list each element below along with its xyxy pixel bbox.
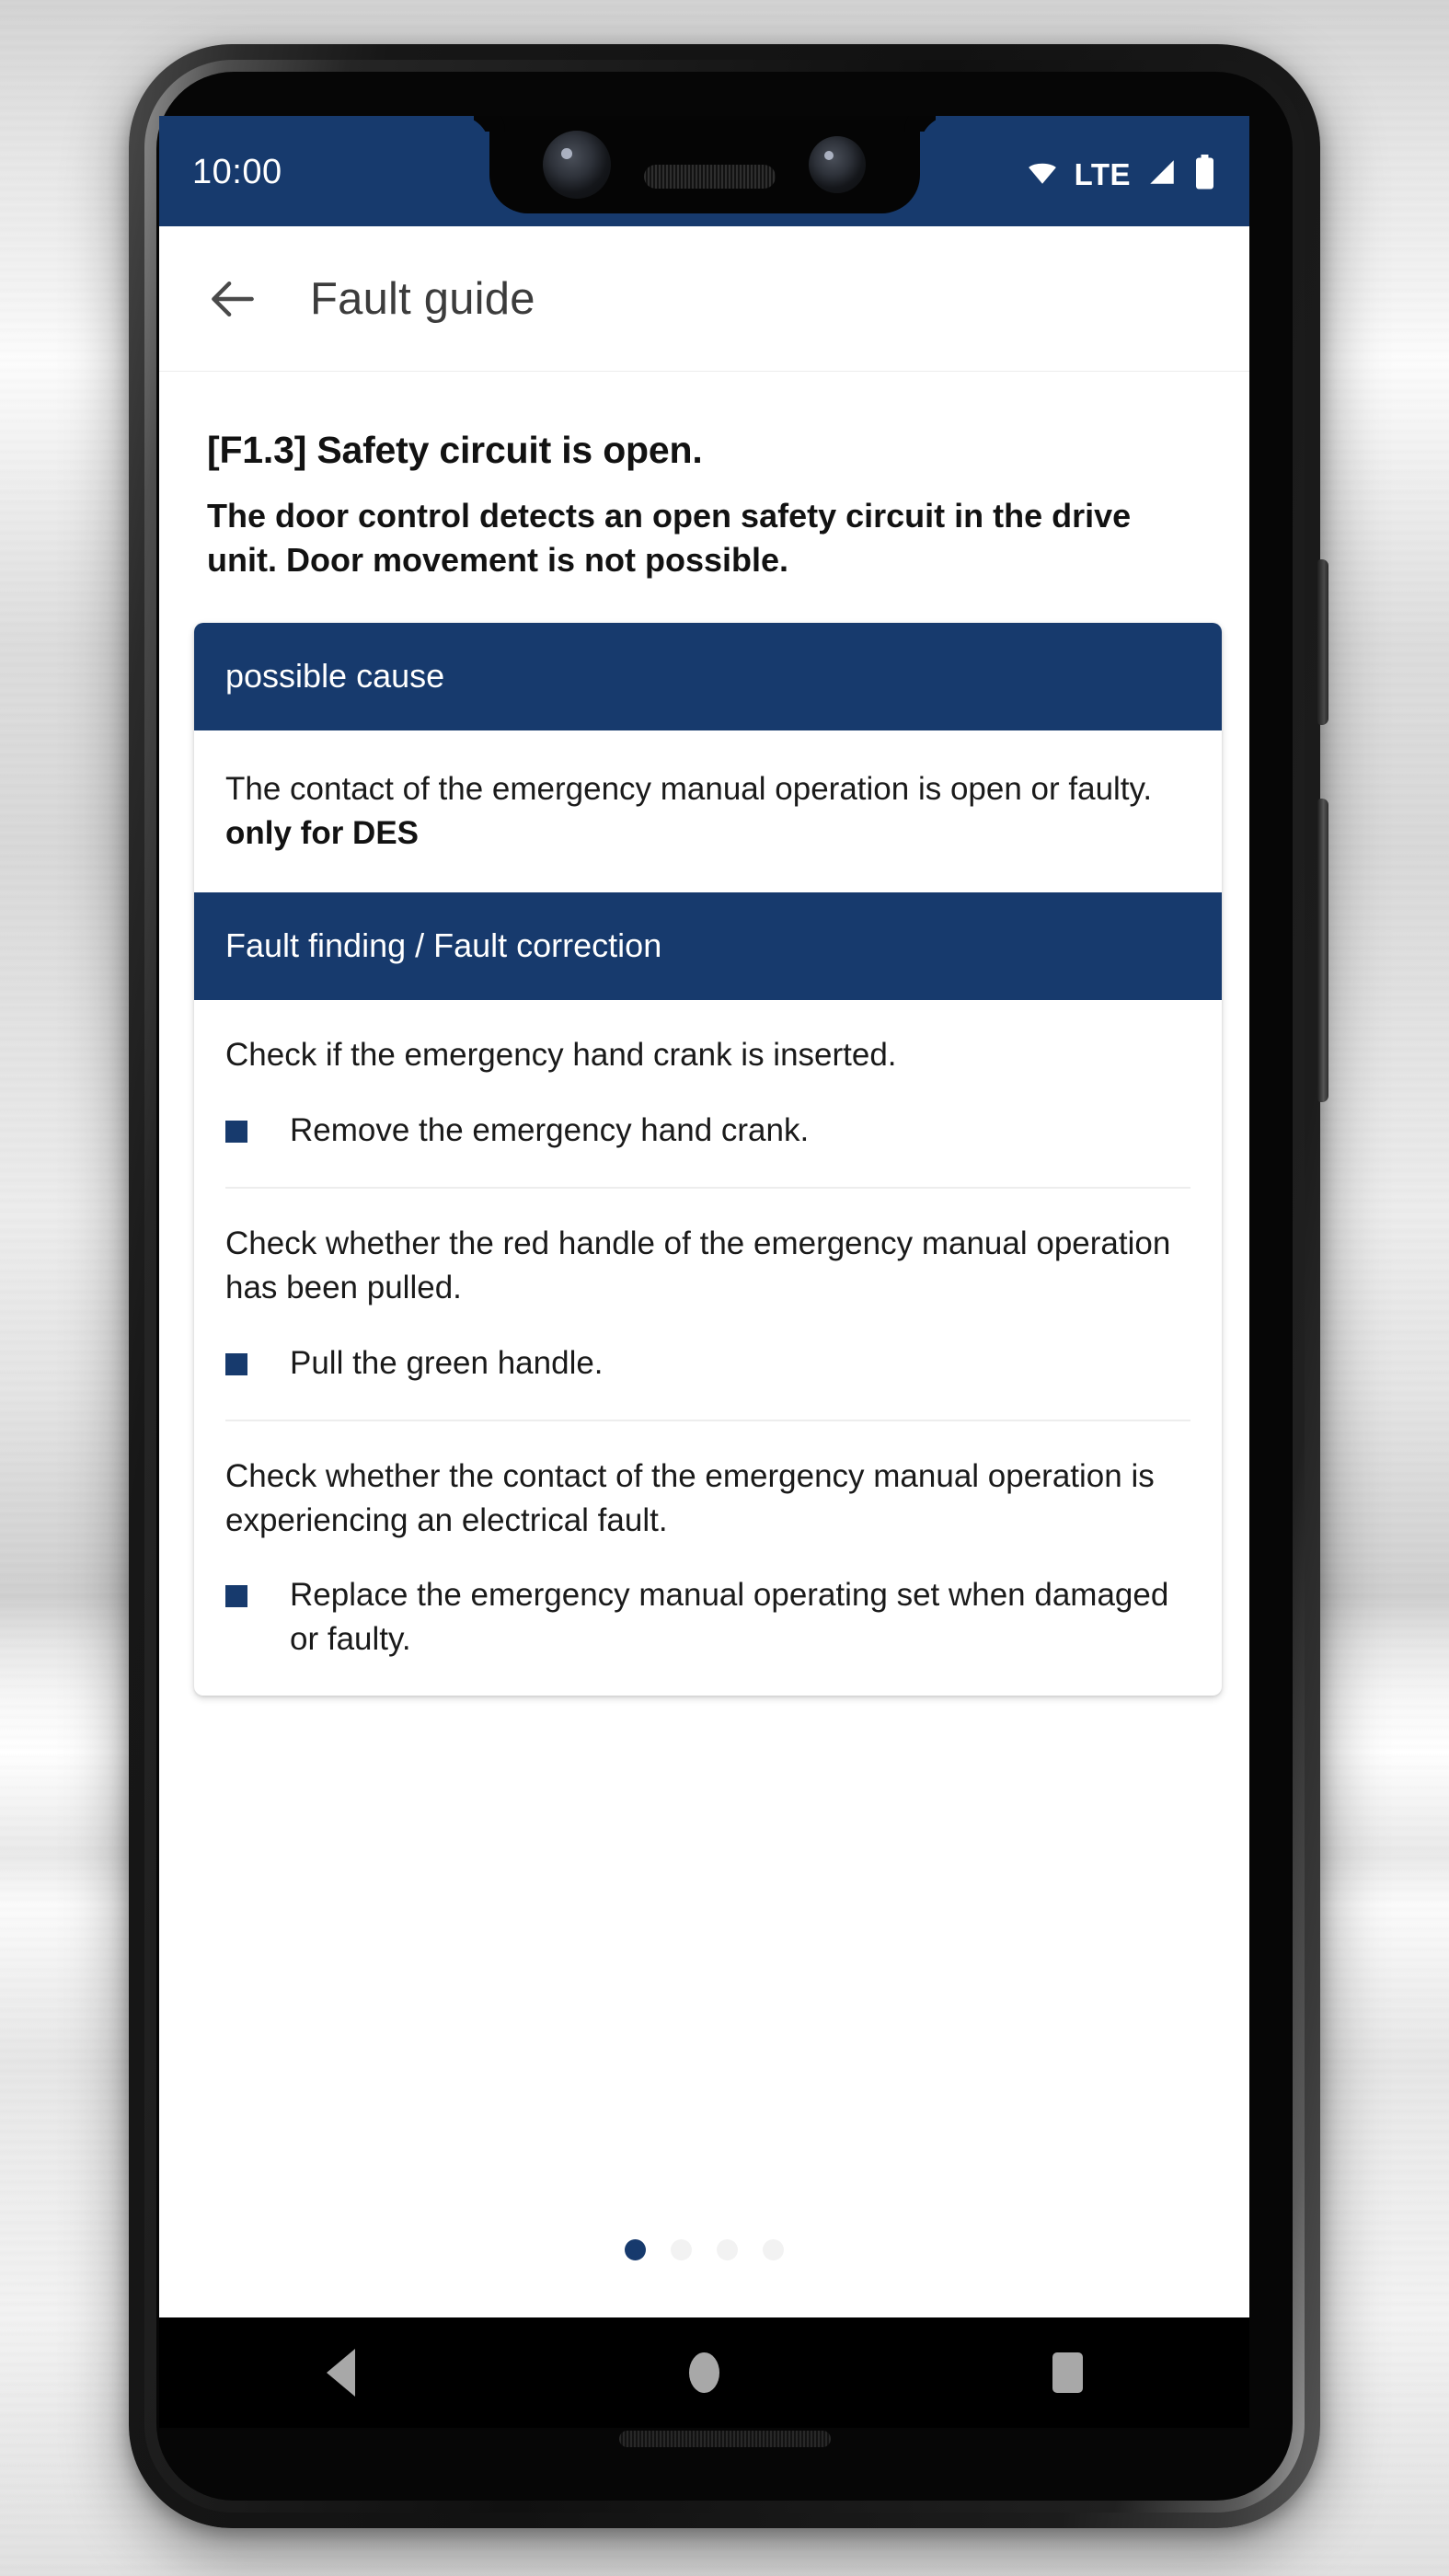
possible-cause-card: possible cause The contact of the emerge… (194, 622, 1222, 1696)
step-check-text: Check whether the red handle of the emer… (225, 1225, 1171, 1305)
volume-rocker-button[interactable] (1317, 799, 1328, 1102)
signal-icon (1144, 156, 1179, 191)
fault-finding-header: Fault finding / Fault correction (194, 891, 1222, 1001)
step-action-text: Pull the green handle. (290, 1344, 604, 1381)
phone-screen: 10:00 LTE Fault guide [F1.3] Safety circ… (159, 116, 1249, 2317)
possible-cause-text: The contact of the emergency manual oper… (225, 771, 1153, 808)
step-check-text: Check whether the contact of the emergen… (225, 1458, 1155, 1538)
network-type-label: LTE (1074, 156, 1131, 191)
page-indicator[interactable] (159, 2239, 1249, 2260)
wifi-icon (1024, 156, 1061, 191)
step-action-row: Replace the emergency manual operating s… (225, 1573, 1190, 1661)
possible-cause-note: only for DES (225, 814, 420, 851)
android-navigation-bar (159, 2317, 1249, 2428)
nav-recents-button[interactable] (1013, 2317, 1123, 2428)
square-bullet-icon (225, 1352, 247, 1375)
status-bar-indicators: LTE (1024, 155, 1216, 193)
power-button[interactable] (1317, 559, 1328, 725)
nav-back-icon (327, 2349, 355, 2397)
step-check-text: Check if the emergency hand crank is ins… (225, 1037, 897, 1074)
page-title: Fault guide (310, 273, 535, 324)
nav-recents-icon (1052, 2352, 1083, 2393)
page-dot-2[interactable] (671, 2239, 692, 2260)
bottom-speaker-grille (618, 2431, 831, 2447)
content-area: [F1.3] Safety circuit is open. The door … (159, 372, 1249, 2317)
front-camera-secondary-icon (809, 136, 866, 193)
fault-finding-step: Check if the emergency hand crank is ins… (194, 1000, 1222, 1187)
status-bar: 10:00 LTE (159, 116, 1249, 226)
nav-back-button[interactable] (286, 2317, 397, 2428)
display-notch (489, 116, 920, 213)
battery-icon (1193, 155, 1216, 193)
square-bullet-icon (225, 1585, 247, 1608)
nav-home-button[interactable] (650, 2317, 760, 2428)
step-action-row: Pull the green handle. (225, 1341, 1190, 1386)
step-action-text: Remove the emergency hand crank. (290, 1111, 810, 1148)
nav-home-icon (689, 2352, 719, 2393)
fault-code-title: [F1.3] Safety circuit is open. (207, 429, 703, 471)
possible-cause-body: The contact of the emergency manual oper… (194, 730, 1222, 891)
step-action-row: Remove the emergency hand crank. (225, 1109, 1190, 1153)
app-bar: Fault guide (159, 226, 1249, 372)
page-dot-4[interactable] (763, 2239, 784, 2260)
status-bar-clock: 10:00 (192, 153, 282, 191)
step-action-text: Replace the emergency manual operating s… (290, 1577, 1169, 1657)
back-arrow-icon[interactable] (194, 260, 271, 338)
square-bullet-icon (225, 1120, 247, 1143)
possible-cause-header: possible cause (194, 622, 1222, 731)
phone-device-frame: 10:00 LTE Fault guide [F1.3] Safety circ… (129, 44, 1328, 2528)
earpiece-speaker-grille (644, 165, 776, 189)
fault-finding-step: Check whether the red handle of the emer… (225, 1187, 1190, 1420)
fault-description: The door control detects an open safety … (207, 497, 1132, 579)
page-dot-3[interactable] (717, 2239, 738, 2260)
page-dot-1[interactable] (625, 2239, 646, 2260)
front-camera-icon (543, 131, 611, 199)
fault-finding-step: Check whether the contact of the emergen… (225, 1420, 1190, 1696)
